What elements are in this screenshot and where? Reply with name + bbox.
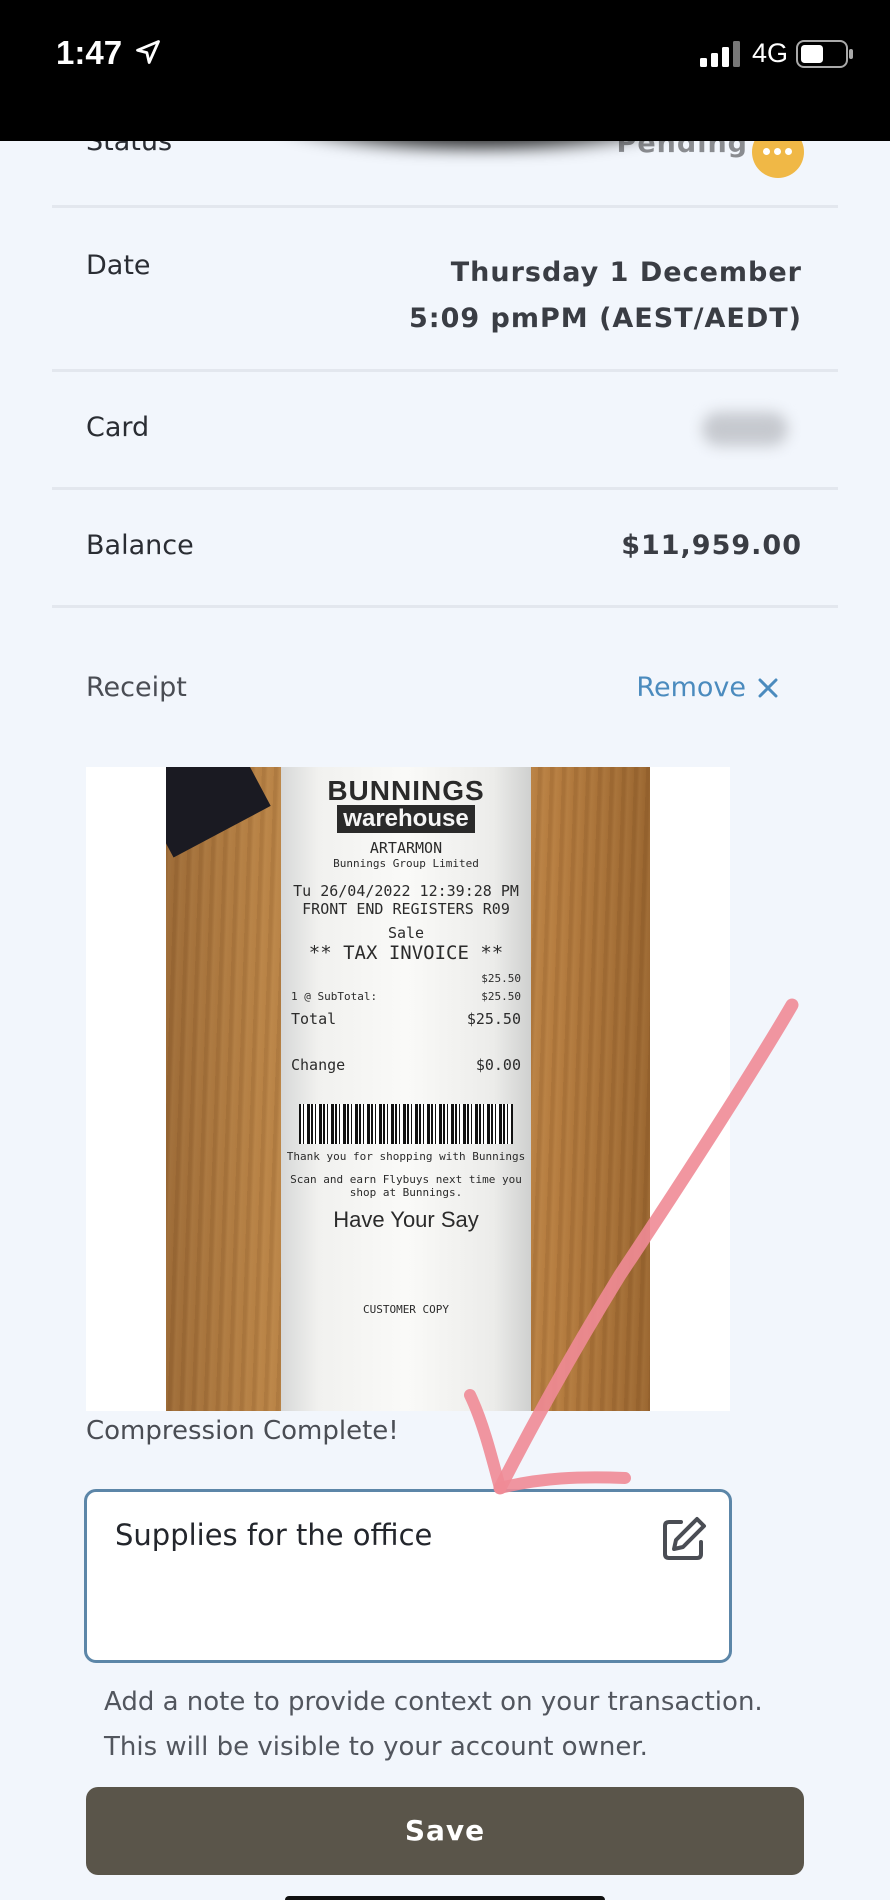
remove-label: Remove [636,672,746,703]
receipt-change-label: Change [291,1056,346,1074]
receipt-photo: BUNNINGS warehouse ARTARMON Bunnings Gro… [166,767,650,1411]
redaction-blur [270,85,690,155]
date-value: Thursday 1 December 5:09 pmPM (AEST/AEDT… [409,250,802,342]
receipt-label: Receipt [86,672,187,703]
network-type: 4G [752,38,789,68]
receipt-thanks: Thank you for shopping with Bunnings [286,1150,526,1163]
remove-receipt-button[interactable]: Remove [636,672,780,703]
receipt-image[interactable]: BUNNINGS warehouse ARTARMON Bunnings Gro… [86,767,730,1411]
date-row: Date Thursday 1 December 5:09 pmPM (AEST… [52,208,838,372]
close-icon [758,678,778,697]
balance-value: $11,959.00 [621,530,802,561]
date-line-2: 5:09 pmPM (AEST/AEDT) [409,303,802,334]
balance-label: Balance [86,530,194,561]
battery-icon [796,40,853,68]
receipt-brand: BUNNINGS [327,775,485,806]
date-label: Date [86,250,151,281]
balance-row: Balance $11,959.00 [52,490,838,608]
location-arrow-icon [136,40,160,64]
card-label: Card [86,412,150,443]
receipt-customer-copy: CUSTOMER COPY [362,1303,450,1316]
receipt-datetime: Tu 26/04/2022 12:39:28 PM [293,882,519,900]
receipt-total-label: Total [291,1010,337,1028]
receipt-company: Bunnings Group Limited [333,857,479,870]
receipt-store: ARTARMON [369,839,443,857]
receipt-item-price: $25.50 [481,972,521,985]
receipt-have-your-say: Have Your Say [333,1207,479,1232]
home-indicator [285,1896,605,1900]
receipt-brand-sub: warehouse [337,805,475,833]
receipt-subtotal: $25.50 [481,990,521,1003]
helper-line-1: Add a note to provide context on your tr… [104,1687,763,1717]
receipt-barcode [299,1104,513,1144]
edit-icon[interactable] [659,1514,709,1564]
receipt-tax-invoice: ** TAX INVOICE ** [308,942,504,964]
card-number-redacted [702,412,788,446]
receipt-total: $25.50 [466,1010,521,1028]
save-button[interactable]: Save [86,1787,804,1875]
receipt-subtotal-label: 1 @ SubTotal: [291,990,378,1003]
receipt-item [291,970,298,988]
receipt-registers: FRONT END REGISTERS R09 [302,900,510,918]
signal-icon [700,41,740,67]
receipt-change: $0.00 [475,1056,521,1074]
receipt-paper: BUNNINGS warehouse ARTARMON Bunnings Gro… [281,767,531,1411]
note-input[interactable]: Supplies for the office [84,1489,732,1663]
receipt-sale: Sale [387,924,425,942]
note-input-value[interactable]: Supplies for the office [115,1518,432,1552]
date-line-1: Thursday 1 December [450,257,802,288]
helper-line-2: This will be visible to your account own… [104,1732,648,1762]
status-time: 1:47 [56,34,123,71]
compression-status: Compression Complete! [86,1416,399,1446]
card-row: Card [52,372,838,490]
note-helper-text: Add a note to provide context on your tr… [104,1680,804,1770]
receipt-flybuys: Scan and earn Flybuys next time you shop… [290,1173,522,1199]
